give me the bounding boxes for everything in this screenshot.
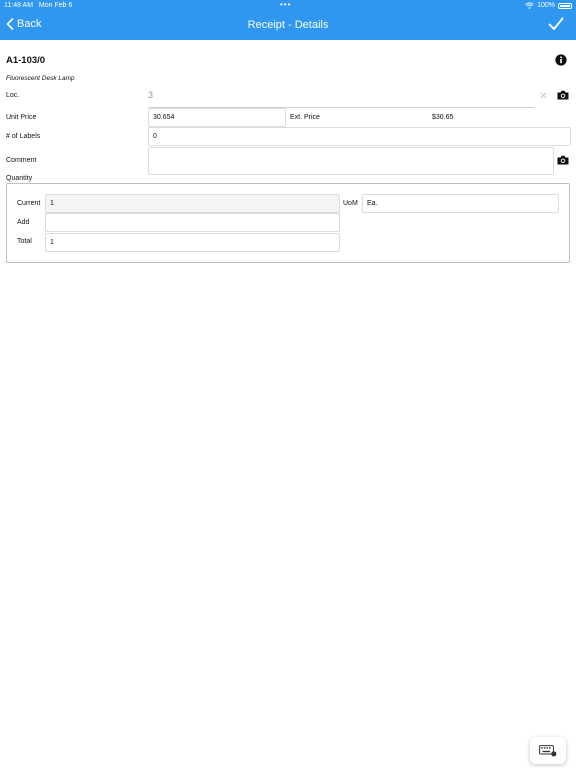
- status-time-date: 11:48 AM Mon Feb 6: [4, 2, 72, 9]
- battery-icon: [558, 2, 572, 9]
- labels-count-value: 0: [153, 133, 157, 140]
- quantity-section-label: Quantity: [6, 175, 33, 182]
- status-time: 11:48 AM: [4, 2, 34, 9]
- loc-label: Loc.: [6, 92, 20, 99]
- uom-value: Ea.: [367, 200, 378, 207]
- item-description: Fluorescent Desk Lamp: [6, 75, 75, 82]
- status-indicators: 100%: [525, 2, 572, 9]
- unit-price-value: 30.654: [153, 114, 175, 121]
- camera-icon[interactable]: [557, 155, 569, 165]
- camera-icon[interactable]: [557, 90, 569, 100]
- nav-header: 11:48 AM Mon Feb 6 ••• 100% Back Receipt…: [0, 0, 576, 40]
- comment-input[interactable]: [148, 147, 554, 175]
- labels-count-input[interactable]: 0: [148, 127, 571, 146]
- uom-label: UoM: [343, 200, 358, 207]
- current-label: Current: [17, 200, 41, 207]
- current-quantity-value: 1: [50, 200, 54, 207]
- unit-price-input[interactable]: 30.654: [148, 108, 286, 127]
- unit-price-label: Unit Price: [6, 114, 37, 121]
- uom-field[interactable]: Ea.: [362, 194, 559, 213]
- ext-price-value: $30.65: [432, 114, 454, 121]
- loc-input[interactable]: 3: [148, 90, 153, 100]
- keyboard-button[interactable]: [530, 737, 566, 764]
- current-quantity-field: 1: [45, 194, 340, 213]
- clear-icon[interactable]: [540, 92, 547, 99]
- add-label: Add: [17, 219, 30, 226]
- total-quantity-value: 1: [50, 239, 54, 246]
- keyboard-icon: [539, 744, 557, 756]
- total-quantity-field: 1: [45, 233, 340, 252]
- wifi-icon: [525, 2, 534, 9]
- multitask-dots[interactable]: •••: [280, 0, 291, 9]
- ext-price-label: Ext. Price: [290, 114, 320, 121]
- labels-count-label: # of Labels: [6, 133, 41, 140]
- item-code: A1-103/0: [6, 55, 46, 66]
- checkmark-icon[interactable]: [548, 17, 564, 31]
- add-quantity-input[interactable]: [45, 213, 340, 232]
- info-icon[interactable]: [555, 54, 567, 66]
- total-label: Total: [17, 238, 32, 245]
- status-date: Mon Feb 6: [38, 2, 73, 9]
- page-title: Receipt - Details: [247, 19, 329, 31]
- comment-label: Comment: [6, 157, 37, 164]
- battery-percent: 100%: [537, 2, 555, 9]
